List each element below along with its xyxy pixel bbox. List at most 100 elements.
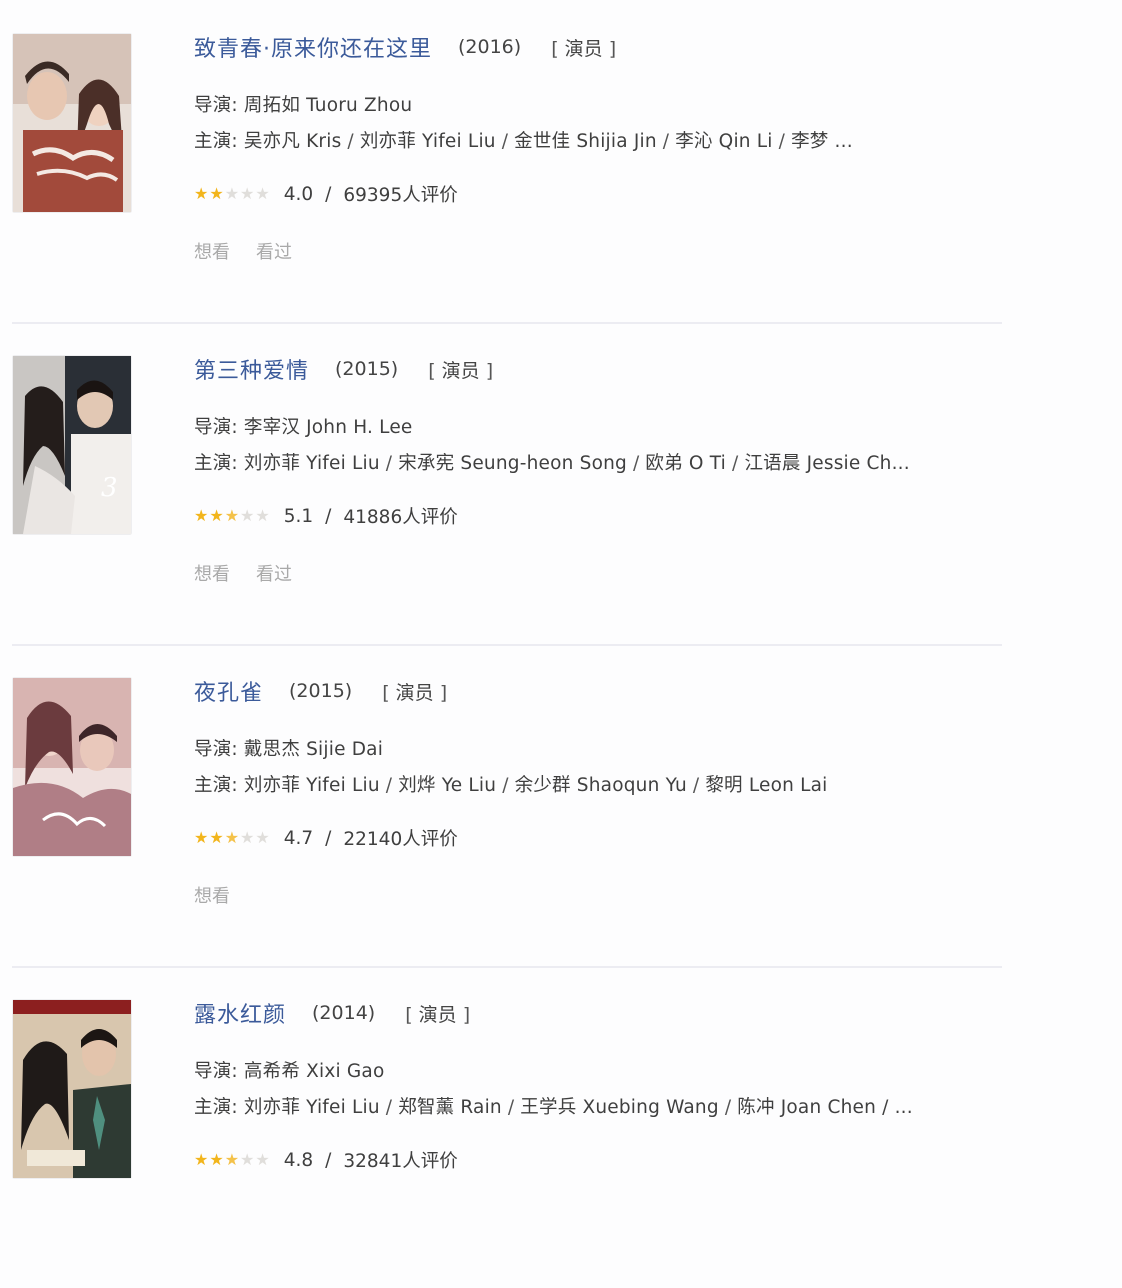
star-icon: ★	[240, 184, 255, 203]
want-to-watch-button[interactable]: 想看	[194, 882, 230, 908]
movie-year: (2016)	[458, 36, 522, 58]
cast-member: 欧弟 O Ti	[645, 453, 727, 474]
star-rating: ★ ★ ★ ★ ★	[194, 1152, 270, 1168]
rating-count: 41886人评价	[343, 507, 458, 528]
rating-count: 32841人评价	[343, 1151, 458, 1172]
rating-score: 4.7	[283, 827, 314, 849]
watched-button[interactable]: 看过	[256, 238, 292, 264]
movie-item: 夜孔雀 (2015) [ 演员 ] 导演: 戴思杰 Sijie Dai 主演: …	[0, 644, 1010, 968]
star-icon: ★	[194, 1150, 209, 1169]
movie-poster[interactable]	[13, 1000, 131, 1178]
star-icon: ★	[255, 828, 270, 847]
star-rating: ★ ★ ★ ★ ★	[194, 830, 270, 846]
cast-member: 郑智薰 Rain	[398, 1097, 502, 1118]
role-badge: [ 演员 ]	[382, 681, 448, 704]
star-icon: ★	[209, 1150, 224, 1169]
watched-button[interactable]: 看过	[256, 560, 292, 586]
director-name: 周拓如 Tuoru Zhou	[243, 95, 413, 116]
director-line: 导演: 戴思杰 Sijie Dai	[194, 739, 384, 760]
poster-image: 3	[13, 356, 131, 534]
star-icon: ★	[224, 1150, 240, 1169]
movie-title-link[interactable]: 夜孔雀	[194, 675, 263, 707]
cast-line: 主演: 刘亦菲 Yifei Liu / 宋承宪 Seung-heon Song / 欧弟…	[194, 453, 910, 474]
poster-image	[13, 1000, 131, 1178]
movie-item: 致青春·原来你还在这里 (2016) [ 演员 ] 导演: 周拓如 Tuoru …	[0, 0, 1010, 324]
director-name: 李宰汉 John H. Lee	[243, 417, 413, 438]
want-to-watch-button[interactable]: 想看	[194, 238, 230, 264]
star-icon: ★	[209, 506, 224, 525]
rating-score: 4.0	[283, 183, 314, 205]
star-icon: ★	[194, 506, 209, 525]
director-name: 戴思杰 Sijie Dai	[243, 739, 384, 760]
title-row: 夜孔雀 (2015) [ 演员 ]	[194, 674, 447, 708]
cast-member: 刘烨 Ye Liu	[398, 775, 497, 796]
actions: 想看 看过	[194, 238, 292, 264]
rating-row: ★ ★ ★ ★ ★ 5.1 / 41886人评价	[194, 503, 458, 529]
movie-year: (2015)	[335, 358, 399, 380]
movie-poster[interactable]	[13, 678, 131, 856]
cast-line: 主演: 刘亦菲 Yifei Liu / 郑智薰 Rain / 王学兵 Xuebing W…	[194, 1097, 913, 1118]
star-icon: ★	[209, 828, 224, 847]
title-row: 露水红颜 (2014) [ 演员 ]	[194, 996, 470, 1030]
star-icon: ★	[240, 506, 255, 525]
poster-image	[13, 678, 131, 856]
rating-row: ★ ★ ★ ★ ★ 4.8 / 32841人评价	[194, 1147, 458, 1173]
star-icon: ★	[224, 506, 240, 525]
cast-member: 刘亦菲 Yifei Liu	[243, 1097, 380, 1118]
star-icon: ★	[255, 506, 270, 525]
star-icon: ★	[194, 828, 209, 847]
movie-year: (2015)	[289, 680, 353, 702]
star-icon: ★	[224, 828, 240, 847]
rating-score: 5.1	[283, 505, 314, 527]
role-badge: [ 演员 ]	[551, 37, 617, 60]
actions: 想看	[194, 882, 230, 908]
cast-member: 宋承宪 Seung-heon Song	[398, 453, 627, 474]
star-icon: ★	[255, 184, 270, 203]
title-row: 第三种爱情 (2015) [ 演员 ]	[194, 352, 493, 386]
star-icon: ★	[224, 184, 240, 203]
cast-member: 金世佳 Shijia Jin	[514, 131, 657, 152]
director-line: 导演: 高希希 Xixi Gao	[194, 1061, 385, 1082]
star-icon: ★	[209, 184, 224, 203]
cast-line: 主演: 吴亦凡 Kris / 刘亦菲 Yifei Liu / 金世佳 Shijia Ji…	[194, 131, 853, 152]
rating-row: ★ ★ ★ ★ ★ 4.7 / 22140人评价	[194, 825, 458, 851]
movie-title-link[interactable]: 致青春·原来你还在这里	[194, 31, 432, 63]
actions: 想看 看过	[194, 560, 292, 586]
role-badge: [ 演员 ]	[405, 1003, 471, 1026]
svg-text:3: 3	[101, 473, 118, 503]
movie-poster[interactable]: 3	[13, 356, 131, 534]
cast-member: 吴亦凡 Kris	[243, 131, 342, 152]
cast-member: 黎明 Leon Lai	[705, 775, 828, 796]
cast-member: 李沁 Qin Li	[675, 131, 773, 152]
star-rating: ★ ★ ★ ★ ★	[194, 186, 270, 202]
movie-year: (2014)	[312, 1002, 376, 1024]
cast-member: 刘亦菲 Yifei Liu	[359, 131, 496, 152]
star-rating: ★ ★ ★ ★ ★	[194, 508, 270, 524]
rating-count: 22140人评价	[343, 829, 458, 850]
movie-item: 3 第三种爱情 (2015) [ 演员 ] 导演: 李宰汉 John H. Le…	[0, 322, 1010, 646]
rating-score: 4.8	[283, 1149, 314, 1171]
poster-image	[13, 34, 131, 212]
filmography-list: 致青春·原来你还在这里 (2016) [ 演员 ] 导演: 周拓如 Tuoru …	[0, 0, 1122, 1208]
director-line: 导演: 周拓如 Tuoru Zhou	[194, 95, 413, 116]
cast-member: 陈冲 Joan Chen / ...	[737, 1097, 913, 1118]
want-to-watch-button[interactable]: 想看	[194, 560, 230, 586]
movie-poster[interactable]	[13, 34, 131, 212]
cast-member: 刘亦菲 Yifei Liu	[243, 453, 380, 474]
cast-member: 李梦 ...	[791, 131, 853, 152]
rating-row: ★ ★ ★ ★ ★ 4.0 / 69395人评价	[194, 181, 458, 207]
rating-count: 69395人评价	[343, 185, 458, 206]
movie-title-link[interactable]: 第三种爱情	[194, 353, 309, 385]
cast-line: 主演: 刘亦菲 Yifei Liu / 刘烨 Ye Liu / 余少群 Shaoqun …	[194, 775, 828, 796]
star-icon: ★	[194, 184, 209, 203]
star-icon: ★	[240, 828, 255, 847]
title-row: 致青春·原来你还在这里 (2016) [ 演员 ]	[194, 30, 616, 64]
cast-member: 江语晨 Jessie Ch...	[744, 453, 910, 474]
movie-item: 露水红颜 (2014) [ 演员 ] 导演: 高希希 Xixi Gao 主演: …	[0, 966, 1010, 1288]
role-badge: [ 演员 ]	[428, 359, 494, 382]
cast-member: 刘亦菲 Yifei Liu	[243, 775, 380, 796]
director-line: 导演: 李宰汉 John H. Lee	[194, 417, 413, 438]
director-name: 高希希 Xixi Gao	[243, 1061, 385, 1082]
cast-member: 余少群 Shaoqun Yu	[514, 775, 687, 796]
movie-title-link[interactable]: 露水红颜	[194, 997, 286, 1029]
